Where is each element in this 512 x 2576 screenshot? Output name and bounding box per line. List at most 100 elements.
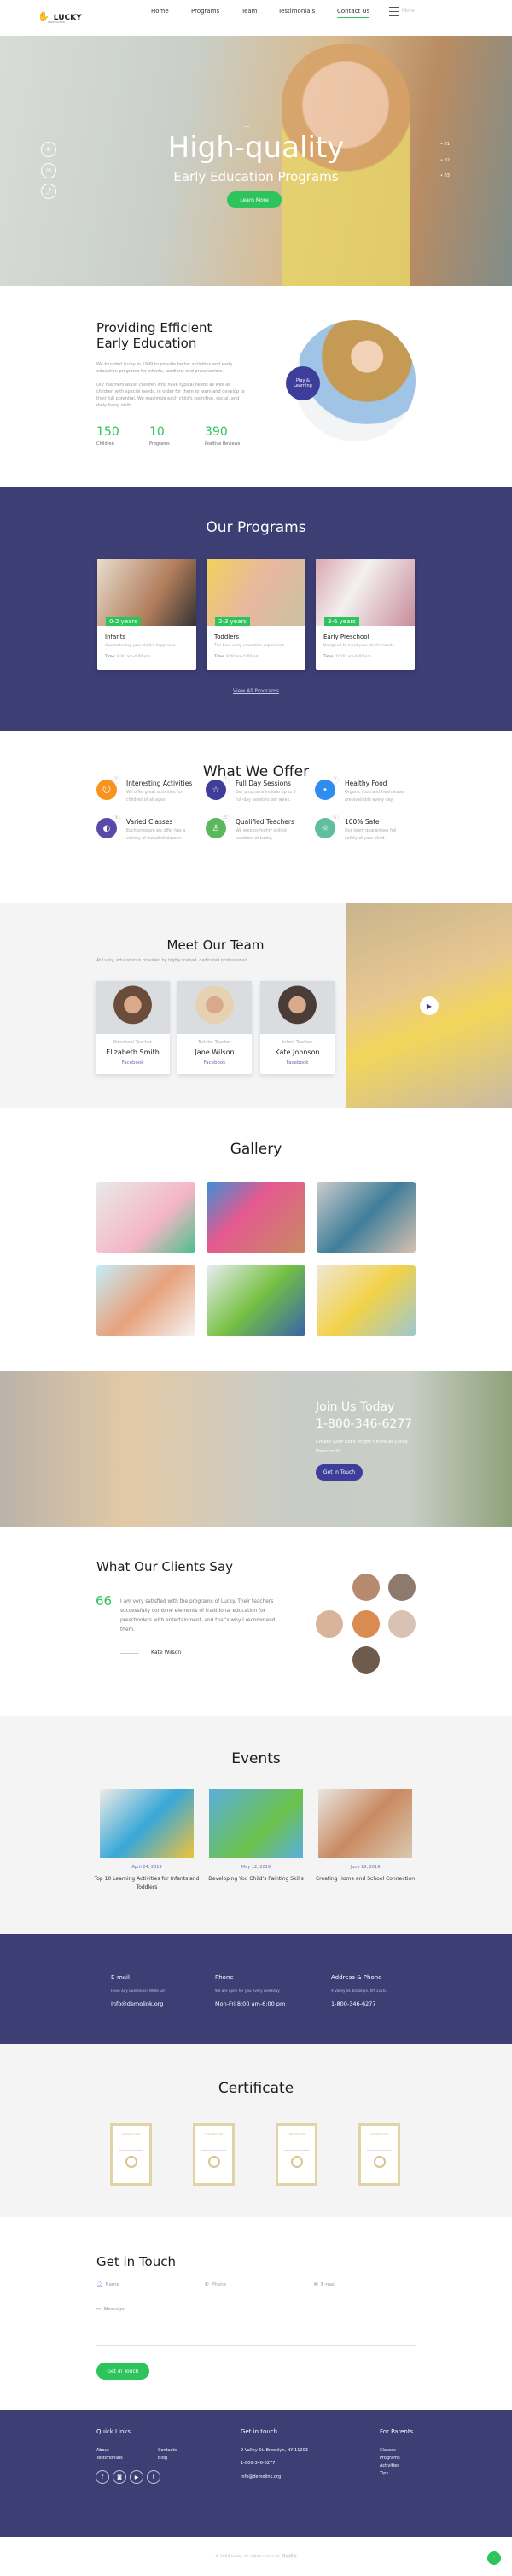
logo[interactable]: ✋ LUCKY KINDERGARTEN bbox=[38, 7, 82, 24]
instagram-icon[interactable]: ◙ bbox=[113, 2470, 126, 2484]
contact-col-value[interactable]: Info@demolink.org bbox=[111, 2001, 166, 2007]
more-label[interactable]: More bbox=[402, 8, 415, 14]
certificate-title: Certificate bbox=[218, 2080, 294, 2097]
team-role: Preschool Teacher bbox=[113, 1040, 152, 1045]
client-avatar[interactable] bbox=[316, 1610, 343, 1638]
footer-link-tips[interactable]: Tips bbox=[380, 2471, 388, 2476]
program-time: Time: 9:00 am-5:00 pm bbox=[214, 655, 260, 659]
menu-icon[interactable] bbox=[389, 7, 399, 16]
offer-number: 5 bbox=[223, 815, 229, 821]
facebook-link[interactable]: Facebook bbox=[260, 1060, 335, 1066]
event-card[interactable]: June 19, 2019 Creating Home and School C… bbox=[311, 1789, 419, 1884]
gallery-image[interactable] bbox=[207, 1265, 305, 1336]
program-desc: Guaranteeing your child's happiness bbox=[105, 644, 176, 648]
contact-col-title: Phone bbox=[215, 1974, 234, 1981]
team-name: Jane Wilson bbox=[195, 1049, 235, 1056]
facebook-link[interactable]: Facebook bbox=[177, 1060, 252, 1066]
program-photo: 0-2 years bbox=[97, 559, 196, 626]
join-phone[interactable]: 1-800-346-6277 bbox=[316, 1417, 412, 1431]
program-card[interactable]: 0-2 years Infants Guaranteeing your chil… bbox=[97, 559, 196, 670]
footer-phone[interactable]: 1-800-346-6277 bbox=[241, 2461, 275, 2466]
events-section: Events April 24, 2019 Top 10 Learning Ac… bbox=[0, 1716, 512, 1934]
email-input[interactable]: ✉ E-mail bbox=[314, 2282, 416, 2293]
star-icon: ☆ bbox=[206, 780, 226, 800]
slide-dot-2[interactable]: • 02 bbox=[440, 158, 450, 163]
join-title: Join Us Today bbox=[316, 1400, 395, 1414]
stat-programs: 10 Programs bbox=[149, 425, 170, 447]
client-avatar[interactable] bbox=[388, 1574, 416, 1601]
mail-icon[interactable]: ✉ bbox=[41, 163, 56, 178]
footer-link-blog[interactable]: Blog bbox=[158, 2456, 167, 2461]
event-title[interactable]: Creating Home and School Connection bbox=[311, 1875, 419, 1884]
certificate-image[interactable]: CERTIFICATE bbox=[110, 2123, 152, 2186]
scroll-top-button[interactable]: ˄ bbox=[487, 2551, 501, 2565]
program-desc: Designed to meet your child's needs bbox=[323, 644, 394, 648]
footer-link-classes[interactable]: Classes bbox=[380, 2448, 396, 2453]
hero: 〰 High-quality Early Education Programs … bbox=[0, 36, 512, 286]
event-card[interactable]: May 12, 2019 Developing You Child's Pain… bbox=[202, 1789, 310, 1884]
program-card[interactable]: 3-6 years Early Preschool Designed to me… bbox=[316, 559, 415, 670]
footer-link-contacts[interactable]: Contacts bbox=[158, 2448, 177, 2453]
nav-contact-us[interactable]: Contact Us bbox=[337, 8, 370, 18]
certificate-image[interactable]: CERTIFICATE bbox=[193, 2123, 235, 2186]
gallery-image[interactable] bbox=[317, 1182, 416, 1253]
event-title[interactable]: Developing You Child's Painting Skills bbox=[202, 1875, 310, 1884]
twitter-icon[interactable]: t bbox=[147, 2470, 160, 2484]
slide-dot-1[interactable]: • 01 bbox=[440, 142, 450, 147]
hero-title: High-quality bbox=[167, 131, 345, 165]
program-photo: 3-6 years bbox=[316, 559, 415, 626]
event-title[interactable]: Top 10 Learning Activities for Infants a… bbox=[93, 1875, 201, 1892]
stat-children: 150 Children bbox=[96, 425, 119, 447]
learn-more-button[interactable]: Learn More bbox=[227, 191, 282, 208]
about-paragraph-2: Our teachers assist children who have ty… bbox=[96, 383, 245, 408]
age-badge: 2-3 years bbox=[215, 617, 250, 626]
client-avatar[interactable] bbox=[352, 1574, 380, 1601]
client-avatar[interactable] bbox=[388, 1610, 416, 1638]
view-all-programs-link[interactable]: View All Programs bbox=[0, 688, 512, 694]
youtube-icon[interactable]: ▶ bbox=[130, 2470, 143, 2484]
client-avatar[interactable] bbox=[352, 1610, 380, 1638]
nav-programs[interactable]: Programs bbox=[191, 8, 219, 15]
name-input[interactable]: 👤︎ Name bbox=[96, 2282, 199, 2293]
facebook-icon[interactable]: f bbox=[96, 2470, 109, 2484]
contact-col-sub: We are open for you every weekday bbox=[215, 1989, 280, 1993]
footer-link-programs[interactable]: Programs bbox=[380, 2456, 400, 2461]
play-icon[interactable]: ▶ bbox=[420, 996, 439, 1015]
program-card[interactable]: 2-3 years Toddlers The best early educat… bbox=[207, 559, 305, 670]
footer-email[interactable]: info@demolink.org bbox=[241, 2474, 281, 2480]
gallery-image[interactable] bbox=[96, 1182, 195, 1253]
contact-col-sub: 9 Valley St. Brooklyn, NY 11203 bbox=[331, 1989, 388, 1993]
event-photo bbox=[318, 1789, 412, 1858]
team-card[interactable]: Preschool Teacher Elizabeth Smith Facebo… bbox=[96, 981, 170, 1074]
contact-col-value[interactable]: Mon-Fri 8:00 am-6:00 pm bbox=[215, 2001, 285, 2007]
gallery-image[interactable] bbox=[207, 1182, 305, 1253]
certificate-image[interactable]: CERTIFICATE bbox=[276, 2123, 317, 2186]
join-get-in-touch-button[interactable]: Get in Touch bbox=[316, 1464, 363, 1481]
nav-home[interactable]: Home bbox=[151, 8, 169, 15]
programs-section: Our Programs 0-2 years Infants Guarantee… bbox=[0, 487, 512, 731]
footer-link-activities[interactable]: Activities bbox=[380, 2463, 399, 2468]
phone-input[interactable]: ✆ Phone bbox=[205, 2282, 307, 2293]
phone-icon[interactable]: ✆ bbox=[41, 142, 56, 157]
contact-col-sub: Have any questions? Write us! bbox=[111, 1989, 166, 1993]
nav-team[interactable]: Team bbox=[241, 8, 258, 15]
message-textarea[interactable]: ▭ Message bbox=[96, 2307, 416, 2346]
gallery-image[interactable] bbox=[317, 1265, 416, 1336]
footer-link-about[interactable]: About bbox=[96, 2448, 109, 2453]
submit-button[interactable]: Get in Touch bbox=[96, 2363, 149, 2380]
certificate-section: Certificate CERTIFICATE CERTIFICATE CERTIF… bbox=[0, 2044, 512, 2217]
nav-testimonials[interactable]: Testimonials bbox=[278, 8, 315, 15]
user-icon: 👤︎ bbox=[96, 2282, 102, 2287]
team-card[interactable]: Toddler Teacher Jane Wilson Facebook bbox=[177, 981, 252, 1074]
contact-col-value[interactable]: 1-800-346-6277 bbox=[331, 2001, 387, 2007]
team-card[interactable]: Infant Teacher Kate Johnson Facebook bbox=[260, 981, 335, 1074]
client-avatar[interactable] bbox=[352, 1646, 380, 1674]
facebook-link[interactable]: Facebook bbox=[96, 1060, 170, 1066]
gallery-image[interactable] bbox=[96, 1265, 195, 1336]
slide-dot-3[interactable]: • 03 bbox=[440, 173, 450, 178]
hero-subtitle: Early Education Programs bbox=[173, 169, 339, 184]
share-icon[interactable]: ⤴ bbox=[41, 184, 56, 199]
certificate-image[interactable]: CERTIFICATE bbox=[358, 2123, 400, 2186]
event-card[interactable]: April 24, 2019 Top 10 Learning Activitie… bbox=[93, 1789, 201, 1892]
footer-link-testimonials[interactable]: Testimonials bbox=[96, 2456, 123, 2461]
